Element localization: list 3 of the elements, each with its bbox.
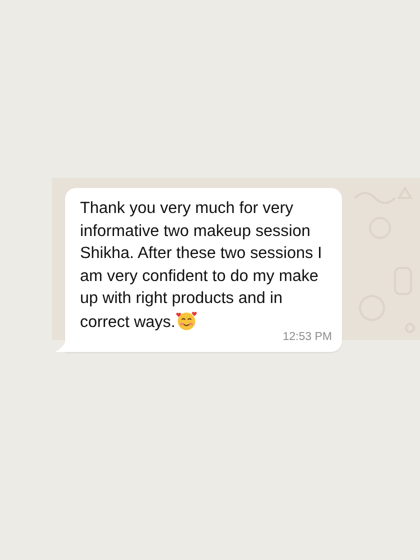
message-time: 12:53 PM <box>282 330 332 343</box>
message-text: Thank you very much for very informative two makeup session Shikha. After these two sessions I am very confident to do my make up with right products and in correct ways. <box>80 198 324 332</box>
smiling-face-with-hearts-icon <box>176 310 198 331</box>
